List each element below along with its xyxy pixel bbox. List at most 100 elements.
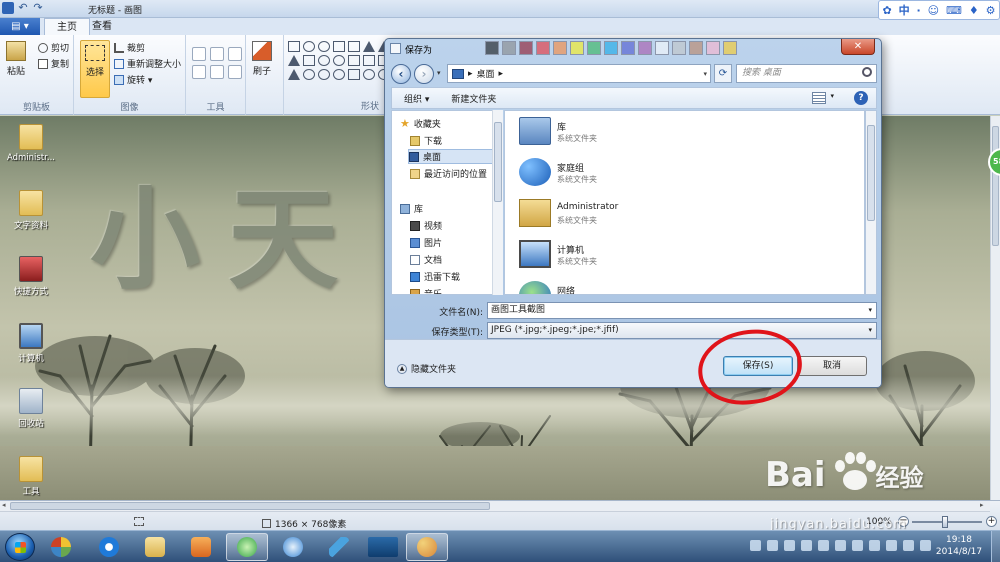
taskbar-app-desktop[interactable] bbox=[362, 533, 404, 561]
diamond-shape-icon[interactable] bbox=[303, 55, 315, 66]
arrow-left-shape-icon[interactable] bbox=[363, 55, 375, 66]
desktop-icon-computer[interactable]: 计算机 bbox=[3, 323, 59, 364]
cancel-button[interactable]: 取消 bbox=[797, 356, 867, 376]
address-location[interactable]: 桌面 bbox=[477, 67, 495, 80]
network-icon[interactable] bbox=[886, 540, 897, 551]
dialog-close-button[interactable]: ✕ bbox=[841, 39, 875, 55]
scroll-right-icon[interactable]: ▸ bbox=[980, 501, 984, 509]
navigation-scroll-thumb[interactable] bbox=[494, 122, 502, 202]
nav-videos[interactable]: 视频 bbox=[410, 218, 503, 233]
copy-button[interactable]: 复制 bbox=[38, 57, 69, 70]
file-list-scrollbar[interactable] bbox=[865, 110, 877, 295]
nav-music[interactable]: 音乐 bbox=[410, 286, 503, 294]
taskbar-app-360[interactable] bbox=[40, 533, 82, 561]
nav-downloads[interactable]: 下载 bbox=[410, 133, 503, 148]
callout-oval-shape-icon[interactable] bbox=[363, 69, 375, 80]
brushes-button[interactable]: 刷子 bbox=[252, 41, 272, 77]
taskbar-app-bird[interactable] bbox=[318, 533, 360, 561]
new-folder-button[interactable]: 新建文件夹 bbox=[451, 92, 496, 105]
magnifier-icon[interactable] bbox=[228, 65, 242, 79]
star4-shape-icon[interactable] bbox=[303, 69, 315, 80]
text-icon[interactable] bbox=[228, 47, 242, 61]
pentagon-shape-icon[interactable] bbox=[318, 55, 330, 66]
hide-folders-toggle[interactable]: ▲ 隐藏文件夹 bbox=[397, 362, 456, 375]
taskbar-app-chat[interactable] bbox=[272, 533, 314, 561]
desktop-icon-administrator[interactable]: Administr... bbox=[3, 124, 59, 163]
address-separator[interactable]: ▸ bbox=[468, 69, 473, 79]
crop-button[interactable]: 裁剪 bbox=[114, 41, 145, 54]
line-shape-icon[interactable] bbox=[288, 41, 300, 52]
nav-favorites[interactable]: ★ 收藏夹 bbox=[400, 116, 500, 131]
zoom-slider-handle[interactable] bbox=[942, 516, 948, 528]
arrow-shape-icon[interactable] bbox=[348, 55, 360, 66]
tray-icon-5[interactable] bbox=[818, 540, 829, 551]
recent-locations-dropdown[interactable]: ▾ bbox=[437, 69, 441, 77]
desktop-icon-text-docs[interactable]: 文字资料 bbox=[3, 190, 59, 231]
view-dropdown-icon[interactable]: ▾ bbox=[830, 92, 834, 100]
search-input[interactable]: 搜索 桌面 bbox=[736, 64, 877, 83]
back-button[interactable]: ‹ bbox=[391, 64, 411, 84]
nav-desktop[interactable]: 桌面 bbox=[408, 149, 494, 164]
nav-thunder-downloads[interactable]: 迅雷下载 bbox=[410, 269, 503, 284]
nav-recent-places[interactable]: 最近访问的位置 bbox=[410, 166, 503, 181]
address-dropdown-icon[interactable]: ▾ bbox=[703, 70, 707, 78]
arrow-down-shape-icon[interactable] bbox=[288, 69, 300, 80]
select-button[interactable]: 选择 bbox=[80, 40, 110, 98]
taskbar-clock[interactable]: 19:18 2014/8/17 bbox=[934, 534, 984, 558]
paste-button[interactable]: 粘贴 bbox=[6, 41, 26, 77]
desktop-icon-tools[interactable]: 工具 bbox=[3, 456, 59, 497]
canvas-horizontal-scrollbar[interactable]: ◂ ▸ bbox=[0, 501, 990, 512]
forward-button[interactable]: › bbox=[414, 64, 434, 84]
filetype-select[interactable]: JPEG (*.jpg;*.jpeg;*.jpe;*.jfif) ▾ bbox=[487, 322, 877, 339]
list-item[interactable]: 计算机 系统文件夹 bbox=[519, 238, 719, 274]
filename-dropdown-icon[interactable]: ▾ bbox=[868, 303, 872, 318]
ime-keyboard-icon[interactable]: ⌨ bbox=[946, 4, 962, 17]
rotate-button[interactable]: 旋转 ▾ bbox=[114, 73, 152, 86]
filename-input[interactable]: 画图工具截图 ▾ bbox=[487, 302, 877, 319]
navigation-pane-scrollbar[interactable] bbox=[492, 110, 503, 295]
address-field[interactable]: ▸ 桌面 ▸ ▾ bbox=[447, 64, 711, 83]
taskbar-app-explorer[interactable] bbox=[134, 533, 176, 561]
shapes-gallery[interactable] bbox=[288, 41, 390, 80]
tray-icon-6[interactable] bbox=[835, 540, 846, 551]
polygon-shape-icon[interactable] bbox=[363, 41, 375, 52]
taskbar-app-browser[interactable] bbox=[226, 533, 268, 561]
show-desktop-button[interactable] bbox=[991, 531, 1000, 562]
help-icon[interactable]: ? bbox=[854, 91, 868, 105]
fill-icon[interactable] bbox=[210, 47, 224, 61]
taskbar-app-paint[interactable] bbox=[406, 533, 448, 561]
save-icon[interactable] bbox=[2, 2, 14, 14]
tray-icon-4[interactable] bbox=[801, 540, 812, 551]
pencil-icon[interactable] bbox=[192, 47, 206, 61]
list-item[interactable]: Administrator 系统文件夹 bbox=[519, 197, 719, 233]
right-triangle-shape-icon[interactable] bbox=[288, 55, 300, 66]
desktop-icon-recycle-bin[interactable]: 回收站 bbox=[3, 388, 59, 429]
nav-pictures[interactable]: 图片 bbox=[410, 235, 503, 250]
eraser-icon[interactable] bbox=[192, 65, 206, 79]
ime-skin-icon[interactable]: ♦ bbox=[969, 4, 979, 17]
tray-icon-2[interactable] bbox=[767, 540, 778, 551]
horizontal-scroll-thumb[interactable] bbox=[10, 502, 490, 510]
tray-icon-8[interactable] bbox=[869, 540, 880, 551]
color-picker-icon[interactable] bbox=[210, 65, 224, 79]
star6-shape-icon[interactable] bbox=[333, 69, 345, 80]
zoom-in-button[interactable]: + bbox=[986, 516, 997, 527]
nav-documents[interactable]: 文档 bbox=[410, 252, 503, 267]
taskbar-app-media[interactable] bbox=[180, 533, 222, 561]
address-separator-2[interactable]: ▸ bbox=[499, 69, 504, 79]
scroll-left-icon[interactable]: ◂ bbox=[2, 501, 6, 509]
tray-icon-1[interactable] bbox=[750, 540, 761, 551]
callout-rect-shape-icon[interactable] bbox=[348, 69, 360, 80]
filetype-dropdown-icon[interactable]: ▾ bbox=[868, 323, 872, 338]
ime-emoji-icon[interactable]: ☺ bbox=[928, 4, 939, 17]
vertical-scroll-thumb[interactable] bbox=[992, 126, 999, 246]
nav-libraries[interactable]: 库 bbox=[400, 201, 500, 216]
curve-shape-icon[interactable] bbox=[303, 41, 315, 52]
taskbar-app-ie[interactable] bbox=[88, 533, 130, 561]
refresh-button[interactable]: ⟳ bbox=[714, 64, 732, 83]
file-list-scroll-thumb[interactable] bbox=[867, 125, 875, 221]
desktop-icon-shortcuts[interactable]: 快捷方式 bbox=[3, 256, 59, 297]
redo-icon[interactable]: ↷ bbox=[32, 2, 44, 14]
ime-punct[interactable]: · bbox=[917, 4, 921, 17]
ime-settings-icon[interactable]: ⚙ bbox=[986, 4, 996, 17]
